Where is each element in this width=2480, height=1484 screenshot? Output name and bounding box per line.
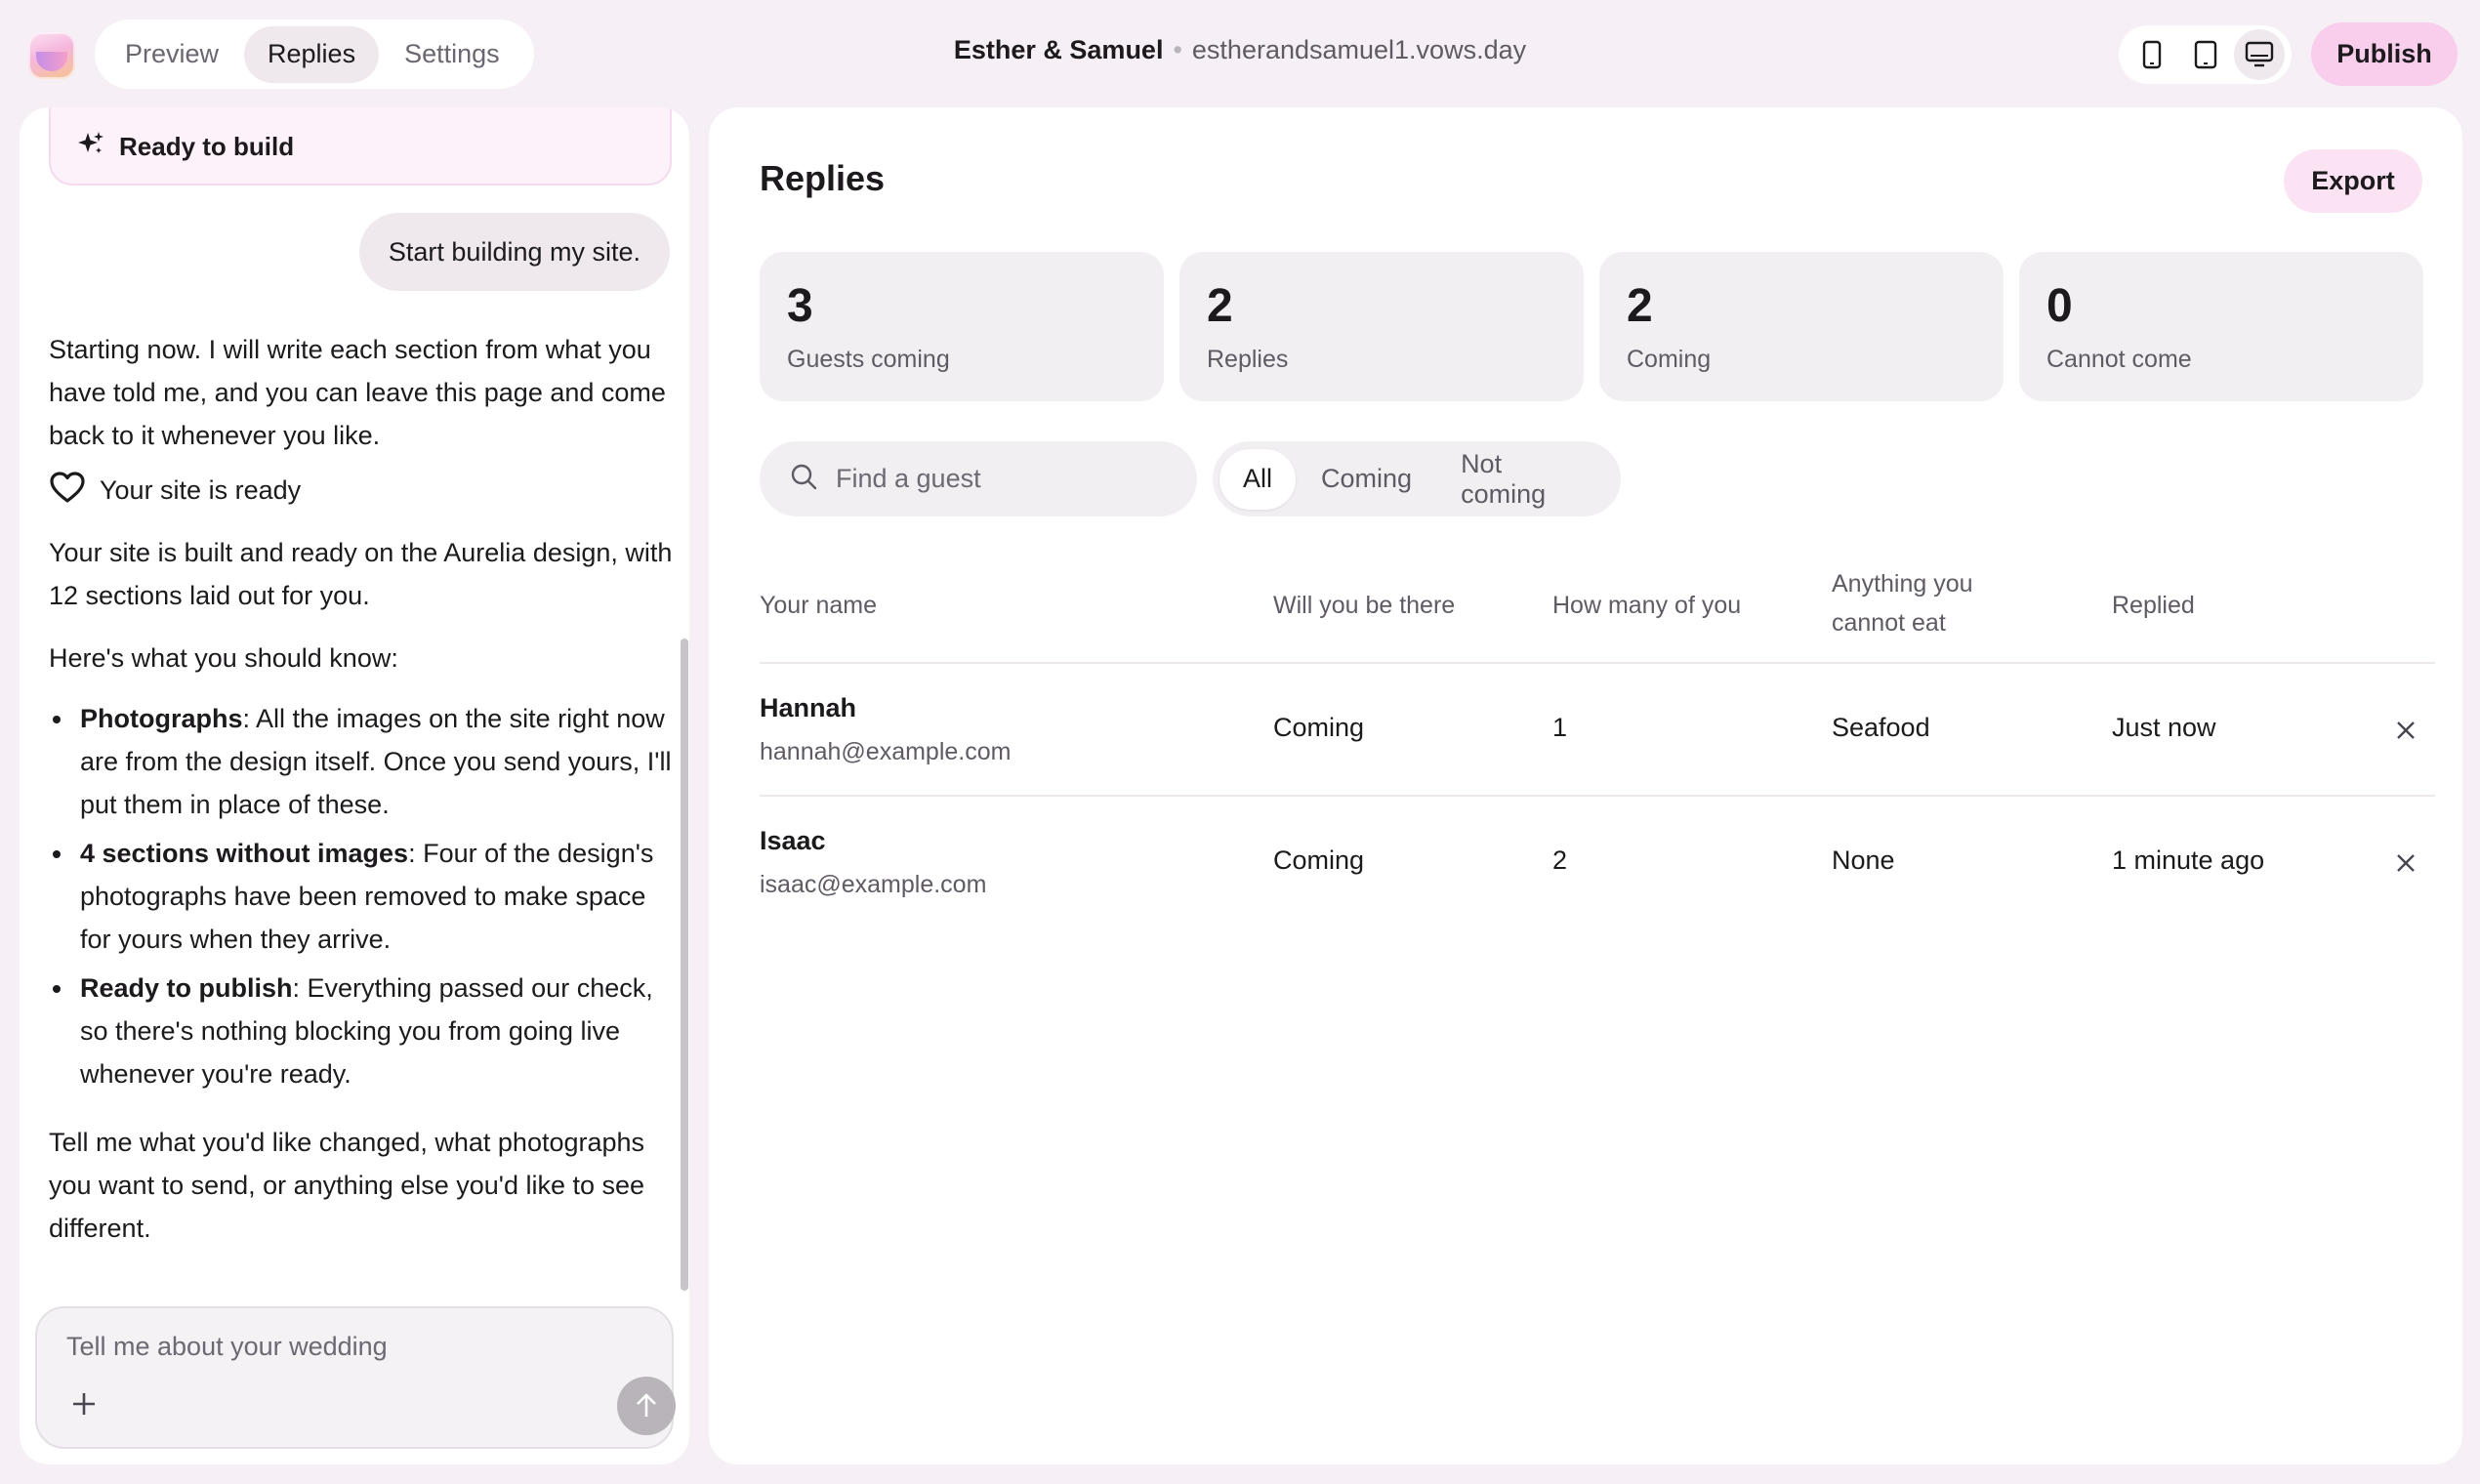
attendance-value: Coming [1273,713,1365,742]
stat-guests-coming: 3 Guests coming [760,252,1164,401]
chat-panel: Ready to build Start building my site. S… [20,107,689,1464]
site-title: Esther & Samuel • estherandsamuel1.vows.da… [0,35,2480,65]
page-title: Replies [760,158,886,198]
device-switcher [2119,25,2292,84]
table-row[interactable]: Isaac isaac@example.com Coming 2 None 1 … [760,797,2435,929]
stat-value: 2 [1627,280,1653,332]
bullet-title: Ready to publish [80,973,293,1003]
info-bullets: Photographs: All the images on the site … [49,697,674,1101]
built-text: Your site is built and ready on the Aure… [49,538,673,610]
stat-coming: 2 Coming [1599,252,2004,401]
chat-scrollbar[interactable] [681,639,688,1291]
ready-card-label: Ready to build [119,132,295,161]
list-item: Photographs: All the images on the site … [49,697,674,826]
user-message: Start building my site. [358,213,670,291]
filter-all[interactable]: All [1219,448,1297,510]
publish-button[interactable]: Publish [2311,22,2458,86]
stat-replies: 2 Replies [1179,252,1584,401]
site-ready-label: Your site is ready [100,475,302,505]
title-separator: • [1173,35,1182,64]
know-heading: Here's what you should know: [49,643,398,673]
guest-name: Hannah [760,693,857,722]
stats-row: 3 Guests coming 2 Replies 2 Coming 0 Can… [760,252,2423,401]
ready-to-build-card[interactable]: Ready to build [49,107,672,186]
attendance-value: Coming [1273,845,1365,875]
guest-name: Isaac [760,826,826,855]
stat-label: Replies [1207,346,1289,373]
table-header: Your name Will you be there How many of … [760,547,2435,664]
sparkles-icon [76,129,105,165]
stat-label: Cannot come [2046,346,2192,373]
desktop-icon[interactable] [2233,29,2285,80]
column-header: Replied [2112,592,2195,619]
list-item: 4 sections without images: Four of the d… [49,832,674,961]
replied-value: 1 minute ago [2112,845,2265,875]
diet-value: None [1832,845,1895,875]
party-size-value: 1 [1552,713,1568,742]
party-size-value: 2 [1552,845,1568,875]
stat-label: Guests coming [787,346,950,373]
table-row[interactable]: Hannah hannah@example.com Coming 1 Seafo… [760,664,2435,797]
stat-label: Coming [1627,346,1712,373]
list-item: Ready to publish: Everything passed our … [49,967,674,1095]
column-header: Will you be there [1273,592,1456,619]
chat-composer[interactable]: Tell me about your wedding [35,1306,676,1449]
search-input[interactable]: Find a guest [836,464,981,494]
stat-value: 2 [1207,280,1233,332]
guest-email: hannah@example.com [760,738,1012,765]
column-header: Anything you cannot eat [1832,570,1973,637]
diet-value: Seafood [1832,713,1930,742]
phone-icon[interactable] [2127,29,2177,80]
site-url: estherandsamuel1.vows.day [1191,35,1527,64]
filter-coming[interactable]: Coming [1298,449,1435,510]
site-ready-status: Your site is ready [49,471,301,511]
send-arrow-icon[interactable] [617,1377,676,1435]
stat-value: 3 [787,280,813,332]
replies-table: Your name Will you be there How many of … [760,547,2435,929]
heart-icon [49,471,86,511]
column-header: Your name [760,592,877,619]
attendance-filter: All Coming Not coming [1213,441,1621,516]
tablet-icon[interactable] [2180,29,2231,80]
replies-panel: Replies Export 3 Guests coming 2 Replies… [709,107,2462,1464]
bullet-title: Photographs [80,704,243,733]
close-icon[interactable] [2390,715,2421,746]
closing-text: Tell me what you'd like changed, what ph… [49,1128,645,1243]
replied-value: Just now [2112,713,2216,742]
filter-not-coming[interactable]: Not coming [1437,449,1614,510]
search-icon [789,462,818,496]
stat-value: 0 [2046,280,2073,332]
site-name: Esther & Samuel [953,35,1164,64]
assistant-intro: Starting now. I will write each section … [49,335,666,450]
plus-icon[interactable] [66,1386,102,1422]
stat-cannot-come: 0 Cannot come [2019,252,2423,401]
close-icon[interactable] [2390,847,2421,879]
composer-input[interactable]: Tell me about your wedding [66,1332,388,1362]
export-button[interactable]: Export [2284,149,2422,213]
guest-search-field[interactable]: Find a guest [760,441,1197,516]
top-bar: Preview Replies Settings Esther & Samuel… [0,0,2480,107]
column-header: How many of you [1552,592,1742,619]
guest-email: isaac@example.com [760,871,987,898]
bullet-title: 4 sections without images [80,839,409,868]
